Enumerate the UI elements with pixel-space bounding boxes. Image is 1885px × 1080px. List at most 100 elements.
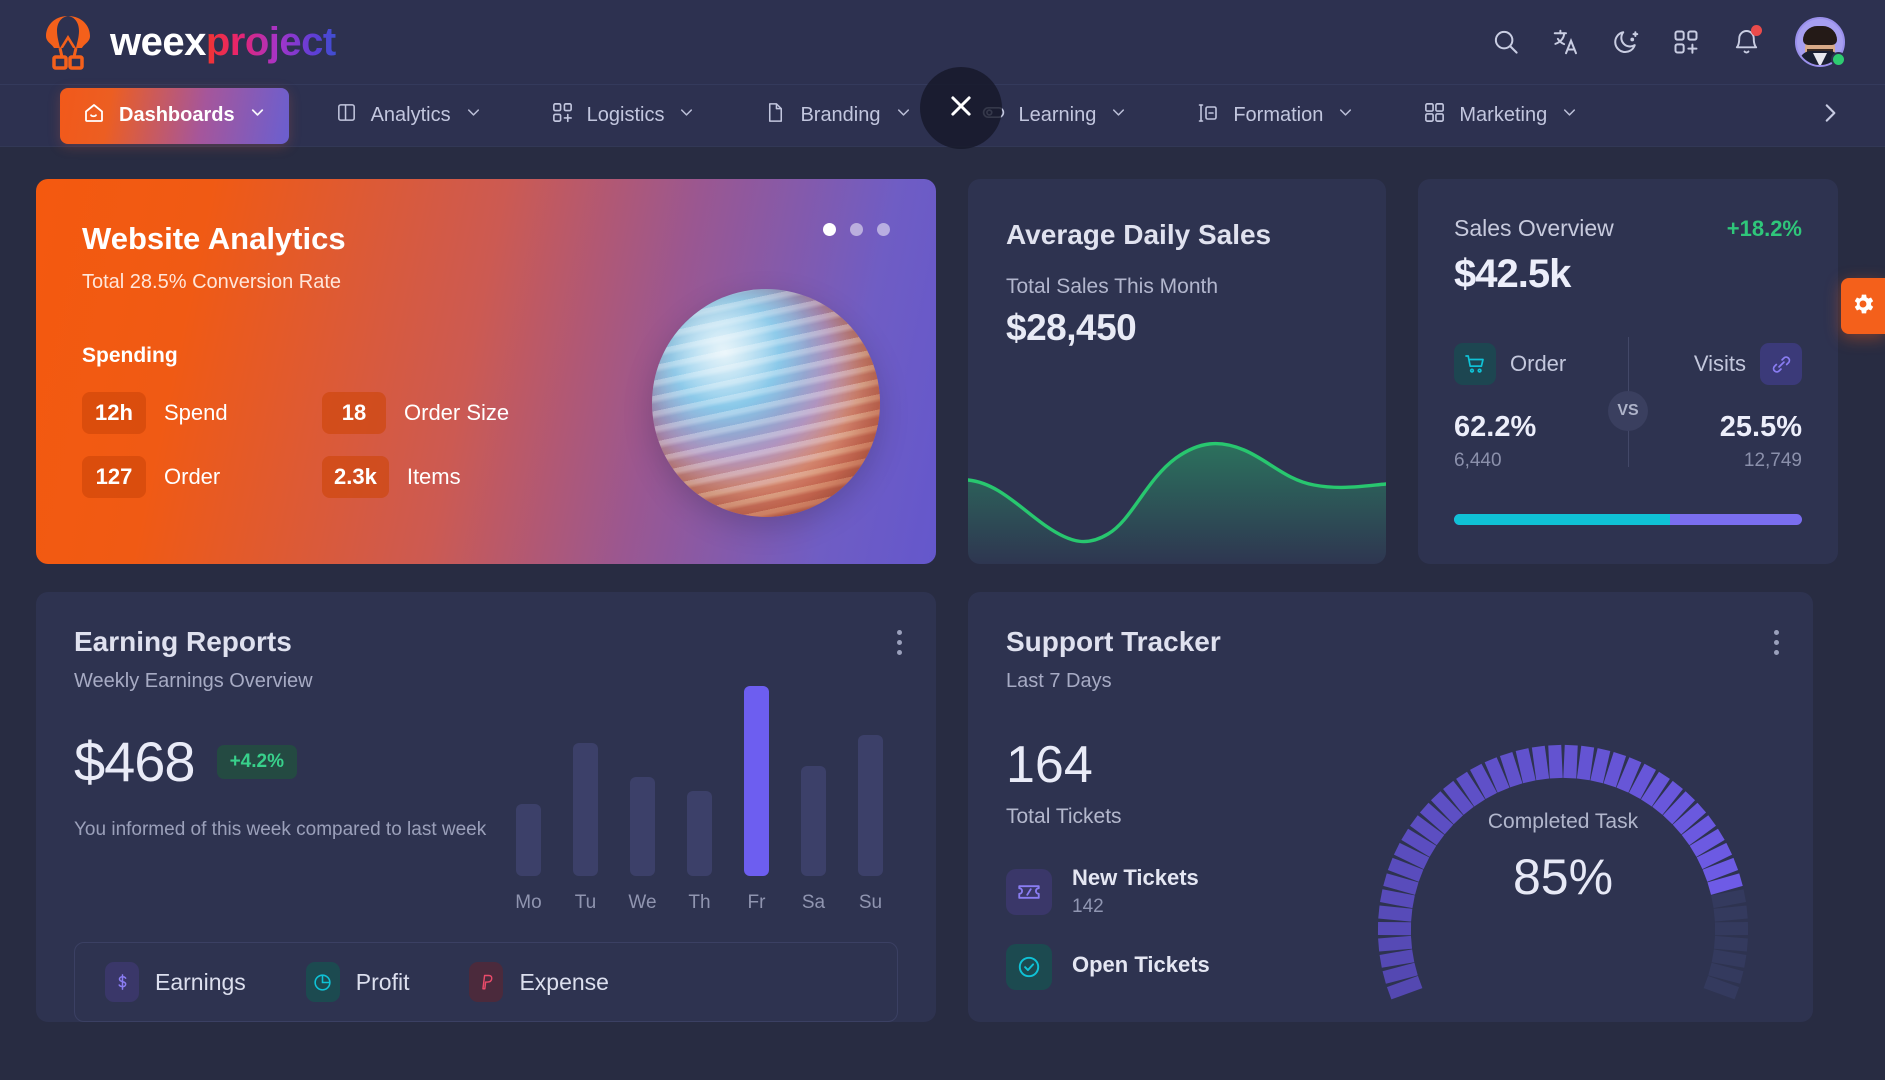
nav-label: Branding (800, 104, 881, 126)
weekly-earnings-bar-chart: Mo Tu We Th Fr Sa Su (500, 684, 900, 914)
legend-item-expense[interactable]: Expense (469, 962, 609, 1002)
sales-delta-badge: +18.2% (1726, 216, 1802, 241)
carousel-dot-1[interactable] (823, 223, 836, 236)
order-label: Order (1510, 351, 1567, 376)
translate-icon[interactable] (1549, 25, 1583, 59)
grid-icon (1423, 101, 1446, 130)
support-tracker-card: Support Tracker Last 7 Days 164 Total Ti… (968, 592, 1813, 1022)
close-icon (946, 91, 976, 126)
layout-icon (1196, 101, 1220, 131)
nav-label: Marketing (1459, 104, 1548, 126)
bar-label: Su (858, 892, 883, 913)
legend-item-profit[interactable]: Profit (305, 962, 410, 1002)
legend-label: Profit (355, 968, 410, 995)
carousel-dot-2[interactable] (850, 223, 863, 236)
close-overlay-button[interactable] (920, 67, 1002, 149)
card-title: Average Daily Sales (1006, 219, 1272, 250)
chevron-down-icon (894, 103, 913, 128)
earnings-legend: Earnings Profit Expense (74, 942, 898, 1022)
carousel-dots[interactable] (823, 223, 890, 236)
card-title: Support Tracker (1006, 626, 1221, 657)
search-icon[interactable] (1489, 25, 1523, 59)
bar (630, 777, 655, 876)
vs-label: VS (1608, 391, 1648, 431)
decorative-sphere-illustration (652, 289, 880, 517)
nav-scroll-right-button[interactable] (1817, 100, 1843, 131)
card-title: Earning Reports (74, 626, 292, 657)
sales-overview-card: Sales Overview +18.2% $42.5k VS Order 62… (1418, 179, 1838, 564)
chevron-down-icon (1560, 103, 1579, 128)
stat-value: 12h (82, 392, 146, 434)
legend-item-earnings[interactable]: Earnings (105, 962, 246, 1002)
stat-value: 2.3k (322, 456, 389, 498)
order-percent: 62.2% (1454, 411, 1537, 443)
legend-label: Expense (519, 968, 609, 995)
stat-value: 127 (82, 456, 146, 498)
visits-percent: 25.5% (1719, 411, 1802, 443)
visits-count: 12,749 (1743, 450, 1802, 471)
moon-icon[interactable] (1609, 25, 1643, 59)
panel-icon (335, 101, 358, 130)
stat-label: Items (406, 464, 461, 489)
bar-column: Th (671, 790, 728, 915)
nav-label: Learning (1018, 104, 1097, 126)
bottom-cards-row: Earning Reports Weekly Earnings Overview… (36, 592, 1845, 1022)
chevron-down-icon (1109, 103, 1128, 128)
bar (801, 765, 826, 876)
nav-item-dashboards[interactable]: Dashboards (60, 87, 289, 144)
bar (573, 743, 598, 876)
dollar-icon (105, 962, 139, 1002)
grid-plus-icon[interactable] (1669, 25, 1703, 59)
online-status-indicator (1831, 52, 1846, 67)
nav-label: Formation (1233, 104, 1324, 126)
app-logo[interactable]: weex project (40, 13, 336, 71)
card-title: Website Analytics (82, 221, 346, 256)
bar-label: Tu (574, 892, 597, 913)
bar-label: We (628, 892, 657, 913)
order-visits-comparison: VS Order 62.2% 6,440 Visits 25.5% 12,749 (1454, 337, 1802, 472)
cart-icon (1454, 343, 1496, 385)
progress-fill (1454, 514, 1671, 525)
chevron-right-icon (1817, 100, 1843, 131)
order-visits-progress-bar (1454, 514, 1802, 525)
ticket-icon (1006, 868, 1052, 915)
bar-column: Mo (500, 803, 557, 914)
paypal-icon (469, 962, 504, 1002)
chevron-down-icon (677, 103, 696, 128)
legend-label: Earnings (155, 968, 246, 995)
notification-badge (1751, 25, 1762, 36)
logo-text-secondary: project (205, 19, 336, 64)
nav-item-analytics[interactable]: Analytics (313, 88, 505, 143)
link-icon (1760, 343, 1802, 385)
gauge-label: Completed Task (1487, 810, 1639, 833)
earning-reports-card: Earning Reports Weekly Earnings Overview… (36, 592, 936, 1022)
kebab-menu-icon[interactable] (1774, 630, 1779, 655)
bar-label: Th (688, 892, 711, 913)
bar-label: Mo (515, 892, 542, 913)
nav-item-formation[interactable]: Formation (1174, 88, 1377, 144)
settings-fab-button[interactable] (1841, 278, 1885, 334)
carousel-dot-3[interactable] (877, 223, 890, 236)
sales-total-value: $42.5k (1454, 252, 1571, 296)
avatar[interactable] (1795, 17, 1846, 67)
dashboard-content: Website Analytics Total 28.5% Conversion… (0, 147, 1885, 1022)
nav-item-branding[interactable]: Branding (742, 88, 934, 143)
header-actions (1489, 17, 1846, 67)
gauge-value: 85% (1512, 849, 1614, 905)
nav-item-logistics[interactable]: Logistics (529, 88, 719, 143)
bar-label: Sa (801, 892, 826, 913)
gauge-center-text: Completed Task 85% (1353, 810, 1773, 906)
stat-label: Spend (164, 400, 228, 425)
order-stat-block: Order 62.2% 6,440 (1454, 343, 1628, 472)
nav-item-marketing[interactable]: Marketing (1401, 88, 1601, 143)
completed-task-gauge: Completed Task 85% (1353, 680, 1773, 1020)
kebab-menu-icon[interactable] (897, 630, 902, 655)
gear-icon (1850, 291, 1876, 322)
stat-item: 18 Order Size (322, 392, 562, 434)
bar (858, 735, 883, 876)
bell-icon[interactable] (1729, 25, 1763, 59)
order-count: 6,440 (1454, 450, 1502, 471)
stat-label: Order Size (404, 400, 510, 425)
bar-column: We (614, 777, 671, 914)
pie-chart-icon (305, 962, 340, 1002)
